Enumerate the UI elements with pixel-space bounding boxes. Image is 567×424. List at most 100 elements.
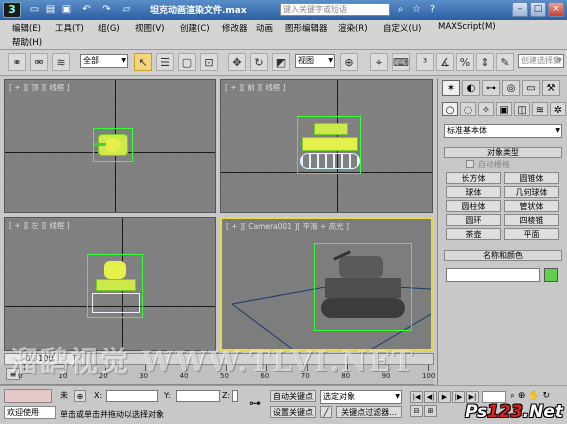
menu-animation[interactable]: 动画 xyxy=(256,22,273,34)
helpers-icon[interactable]: ◫ xyxy=(514,102,530,116)
geometry-icon[interactable]: ○ xyxy=(442,102,458,116)
select-and-move-icon[interactable]: ✥ xyxy=(228,53,246,71)
angle-snap-icon[interactable]: ∡ xyxy=(436,53,454,71)
window-crossing-icon[interactable]: ⊡ xyxy=(200,53,218,71)
pan-icon[interactable]: ✋ xyxy=(528,391,539,401)
play-icon[interactable]: ▶ xyxy=(438,391,451,403)
new-file-icon[interactable]: ▭ xyxy=(28,3,41,16)
key-mode-toggle-icon[interactable]: ⊟ xyxy=(410,405,423,417)
open-file-icon[interactable]: ▤ xyxy=(44,3,57,16)
systems-icon[interactable]: ✲ xyxy=(550,102,566,116)
viewport-label[interactable]: [ + ][ 顶 ][ 线框 ] xyxy=(9,82,70,93)
pyramid-button[interactable]: 四棱锥 xyxy=(504,214,559,226)
close-button[interactable]: × xyxy=(548,2,564,17)
minimize-button[interactable]: – xyxy=(512,2,528,17)
viewport-label[interactable]: [ + ][ Camera001 ][ 平滑 + 高光 ] xyxy=(226,221,349,232)
zoom-all-icon[interactable]: ⊕ xyxy=(518,391,526,401)
use-pivot-center-icon[interactable]: ⊕ xyxy=(340,53,358,71)
percent-snap-icon[interactable]: % xyxy=(456,53,474,71)
spinner-snap-icon[interactable]: ⇕ xyxy=(476,53,494,71)
viewport-label[interactable]: [ + ][ 前 ][ 线框 ] xyxy=(225,82,286,93)
project-folder-icon[interactable]: ▱ xyxy=(120,3,133,16)
selection-filter-dropdown[interactable]: 全部 xyxy=(80,54,128,68)
shapes-icon[interactable]: ◌ xyxy=(460,102,476,116)
save-icon[interactable]: ▣ xyxy=(60,3,73,16)
select-and-manipulate-icon[interactable]: ⌖ xyxy=(370,53,388,71)
named-selection-set-dropdown[interactable]: 创建选择集 xyxy=(518,54,564,68)
cylinder-button[interactable]: 圆柱体 xyxy=(446,200,501,212)
hierarchy-tab-icon[interactable]: ⊶ xyxy=(482,80,500,96)
create-tab-icon[interactable]: ✶ xyxy=(442,80,460,96)
menu-create[interactable]: 创建(C) xyxy=(180,22,210,34)
select-by-name-icon[interactable]: ☰ xyxy=(156,53,174,71)
menu-edit[interactable]: 编辑(E) xyxy=(12,22,41,34)
display-tab-icon[interactable]: ▭ xyxy=(522,80,540,96)
cameras-icon[interactable]: ▣ xyxy=(496,102,512,116)
space-warps-icon[interactable]: ≋ xyxy=(532,102,548,116)
next-frame-icon[interactable]: |▶ xyxy=(452,391,465,403)
tank-object[interactable] xyxy=(314,243,412,331)
plane-button[interactable]: 平面 xyxy=(504,228,559,240)
object-color-swatch[interactable] xyxy=(544,268,558,282)
z-coordinate-field[interactable] xyxy=(232,390,238,402)
keyboard-shortcut-override-icon[interactable]: ⌨ xyxy=(392,53,410,71)
bind-space-warp-icon[interactable]: ≋ xyxy=(52,53,70,71)
utilities-tab-icon[interactable]: ⚒ xyxy=(542,80,560,96)
selection-lock-icon[interactable]: ⊕ xyxy=(74,390,86,402)
menu-help[interactable]: 帮助(H) xyxy=(12,36,42,48)
viewport-top[interactable]: [ + ][ 顶 ][ 线框 ] xyxy=(4,79,216,213)
tank-object[interactable] xyxy=(87,254,143,318)
viewport-camera[interactable]: [ + ][ Camera001 ][ 平滑 + 高光 ] xyxy=(220,217,433,351)
menu-graph-editors[interactable]: 图形编辑器 xyxy=(285,22,328,34)
box-button[interactable]: 长方体 xyxy=(446,172,501,184)
select-and-scale-icon[interactable]: ◩ xyxy=(272,53,290,71)
select-and-link-icon[interactable]: ⚭ xyxy=(8,53,26,71)
select-object-icon[interactable]: ↖ xyxy=(134,53,152,71)
default-in-out-tangents-icon[interactable]: ╱ xyxy=(320,406,332,418)
geosphere-button[interactable]: 几何球体 xyxy=(504,186,559,198)
auto-key-button[interactable]: 自动关键点 xyxy=(270,390,316,402)
app-logo-icon[interactable]: 3 xyxy=(3,2,21,18)
lights-icon[interactable]: ✧ xyxy=(478,102,494,116)
subscription-icon[interactable]: ☆ xyxy=(410,3,423,16)
menu-modifiers[interactable]: 修改器 xyxy=(222,22,248,34)
motion-tab-icon[interactable]: ◎ xyxy=(502,80,520,96)
search-icon[interactable]: ⌕ xyxy=(394,3,407,16)
unlink-icon[interactable]: ⚮ xyxy=(30,53,48,71)
cone-button[interactable]: 圆锥体 xyxy=(504,172,559,184)
teapot-button[interactable]: 茶壶 xyxy=(446,228,501,240)
menu-views[interactable]: 视图(V) xyxy=(135,22,164,34)
maximize-button[interactable]: □ xyxy=(530,2,546,17)
search-input[interactable]: 键入关键字或短语 xyxy=(280,3,390,16)
torus-button[interactable]: 圆环 xyxy=(446,214,501,226)
viewport-front[interactable]: [ + ][ 前 ][ 线框 ] xyxy=(220,79,433,213)
object-name-input[interactable] xyxy=(446,268,540,282)
viewport-label[interactable]: [ + ][ 左 ][ 线框 ] xyxy=(9,220,70,231)
key-filters-button[interactable]: 关键点过滤器... xyxy=(336,406,402,418)
menu-tools[interactable]: 工具(T) xyxy=(55,22,84,34)
menu-rendering[interactable]: 渲染(R) xyxy=(338,22,368,34)
undo-icon[interactable]: ↶ xyxy=(80,3,93,16)
help-icon[interactable]: ? xyxy=(426,3,439,16)
previous-frame-icon[interactable]: ◀| xyxy=(424,391,437,403)
reference-coordinate-dropdown[interactable]: 视图 xyxy=(295,54,335,68)
zoom-icon[interactable]: ⌕ xyxy=(510,391,515,401)
key-mode-dropdown[interactable]: 选定对象 xyxy=(320,390,402,404)
object-type-rollout[interactable]: 对象类型 xyxy=(444,147,562,158)
category-dropdown[interactable]: 标准基本体 xyxy=(444,124,562,138)
tube-button[interactable]: 管状体 xyxy=(504,200,559,212)
sphere-button[interactable]: 球体 xyxy=(446,186,501,198)
viewport-left[interactable]: [ + ][ 左 ][ 线框 ] xyxy=(4,217,216,351)
tank-object[interactable] xyxy=(93,128,133,162)
menu-maxscript[interactable]: MAXScript(M) xyxy=(438,22,496,32)
snaps-toggle-icon[interactable]: ³ xyxy=(416,53,434,71)
y-coordinate-field[interactable] xyxy=(176,390,220,402)
maxscript-listener[interactable] xyxy=(4,389,52,403)
autogrid-checkbox[interactable] xyxy=(466,160,474,168)
tank-object[interactable] xyxy=(297,116,361,174)
menu-group[interactable]: 组(G) xyxy=(98,22,120,34)
rectangular-selection-icon[interactable]: ▢ xyxy=(178,53,196,71)
goto-start-icon[interactable]: |◀ xyxy=(410,391,423,403)
x-coordinate-field[interactable] xyxy=(106,390,158,402)
name-color-rollout[interactable]: 名称和颜色 xyxy=(444,250,562,261)
